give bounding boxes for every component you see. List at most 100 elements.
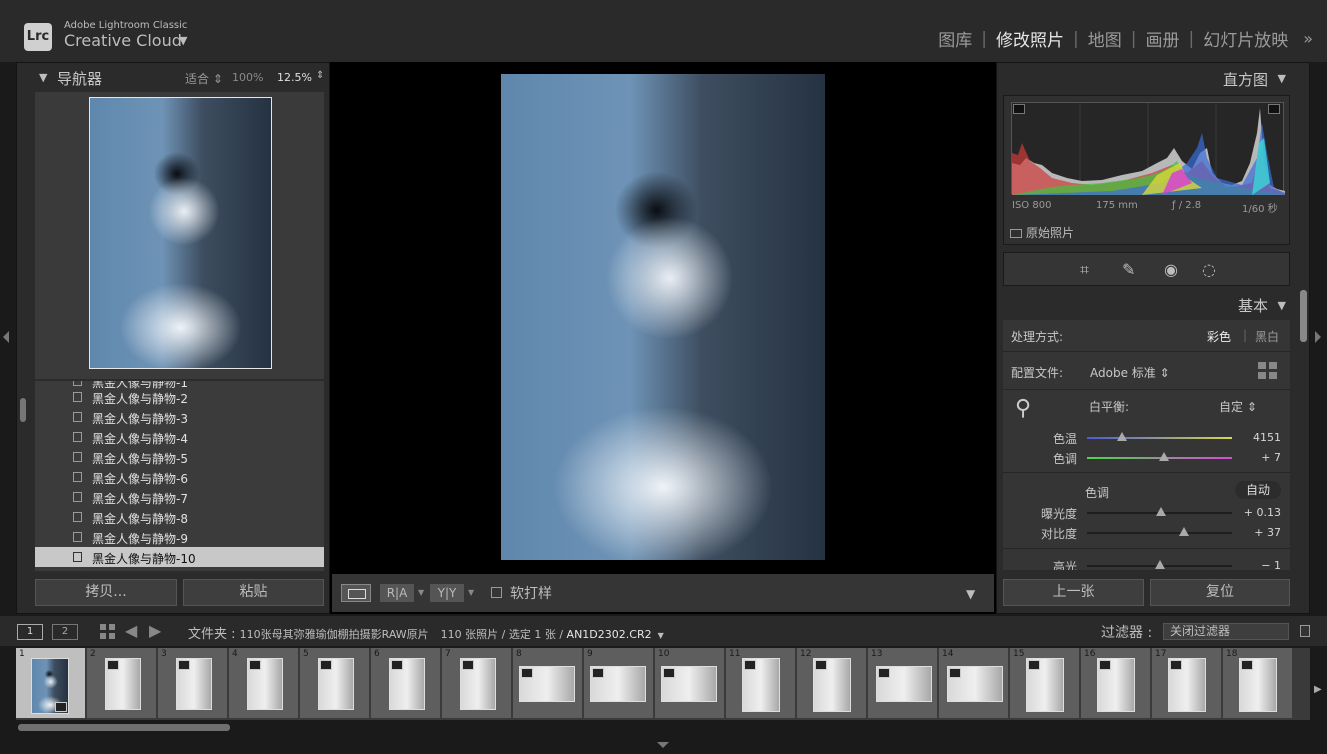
highlights-value[interactable]: − 1 [1231, 559, 1281, 570]
zoom-stepper-icon[interactable]: ⇕ [316, 70, 324, 81]
left-panel-scrollbar[interactable] [20, 398, 26, 422]
filmstrip-cell[interactable]: 5 [300, 648, 370, 718]
filmstrip-cell[interactable]: 9 [584, 648, 654, 718]
copy-button[interactable]: 拷贝... [35, 579, 177, 606]
filmstrip-cell[interactable]: 14 [939, 648, 1009, 718]
temp-slider-knob[interactable] [1116, 432, 1127, 441]
contrast-slider-knob[interactable] [1179, 527, 1190, 536]
shadow-clipping-icon[interactable] [1013, 104, 1025, 114]
grid-icon[interactable] [100, 624, 115, 639]
right-panel-toggle-icon[interactable] [1315, 331, 1327, 343]
list-item[interactable]: 黑金人像与静物-5 [35, 447, 324, 467]
list-item[interactable]: 黑金人像与静物-6 [35, 467, 324, 487]
collapse-triangle-icon[interactable]: ▼ [1278, 72, 1286, 85]
temp-slider[interactable] [1087, 432, 1232, 441]
filmstrip-next-icon[interactable]: ▶ [1314, 684, 1322, 695]
filter-select[interactable]: 关闭过滤器 [1163, 623, 1289, 640]
filmstrip-cell[interactable]: 16 [1081, 648, 1151, 718]
navigator-header[interactable]: ▼ 导航器 适合 ⇕ 100% 12.5% ⇕ [33, 66, 328, 90]
forward-arrow-icon[interactable]: ▶ [149, 621, 161, 640]
list-item-selected[interactable]: 黑金人像与静物-10 [35, 547, 324, 567]
bottom-panel-toggle-icon[interactable] [657, 742, 669, 754]
zoom-100-option[interactable]: 100% [232, 71, 263, 84]
white-balance-select[interactable]: 自定 ⇕ [1219, 398, 1257, 415]
chevron-down-icon[interactable]: ▼ [658, 631, 664, 640]
original-photo-checkbox[interactable] [1010, 229, 1022, 238]
right-panel-scrollbar[interactable] [1300, 290, 1307, 342]
treatment-color-option[interactable]: 彩色 [1207, 328, 1231, 345]
main-window-button[interactable]: 1 [17, 624, 43, 640]
zoom-custom-option[interactable]: 12.5% [277, 71, 312, 84]
tint-value[interactable]: + 7 [1231, 451, 1281, 464]
tint-slider[interactable] [1087, 452, 1232, 461]
profile-select[interactable]: Adobe 标准 ⇕ [1090, 364, 1170, 381]
soft-proof-checkbox[interactable] [491, 587, 502, 598]
before-after-button[interactable]: R|A [380, 584, 414, 602]
filmstrip-cell[interactable]: 7 [442, 648, 512, 718]
collapse-triangle-icon[interactable]: ▼ [39, 71, 47, 84]
module-slideshow[interactable]: 幻灯片放映 [1194, 26, 1297, 51]
exposure-slider[interactable] [1087, 507, 1232, 516]
list-item[interactable]: 黑金人像与静物-7 [35, 487, 324, 507]
exposure-value[interactable]: + 0.13 [1231, 506, 1281, 519]
reset-button[interactable]: 复位 [1150, 579, 1290, 606]
auto-button[interactable]: 自动 [1235, 481, 1281, 499]
second-window-button[interactable]: 2 [52, 624, 78, 640]
filmstrip-cell[interactable]: 8 [513, 648, 583, 718]
navigator-thumbnail[interactable] [89, 97, 272, 369]
temp-value[interactable]: 4151 [1231, 431, 1281, 444]
tint-slider-knob[interactable] [1158, 452, 1169, 461]
list-item[interactable]: 黑金人像与静物-2 [35, 387, 324, 407]
previous-button[interactable]: 上一张 [1003, 579, 1144, 606]
red-eye-icon[interactable]: ◉ [1164, 260, 1178, 279]
filmstrip-cell[interactable]: 10 [655, 648, 725, 718]
loupe-view-button[interactable] [341, 584, 371, 602]
more-modules-icon[interactable]: » [1297, 29, 1313, 48]
filmstrip-cell[interactable]: 15 [1010, 648, 1080, 718]
app-name-big[interactable]: Creative Cloud [64, 31, 182, 50]
filmstrip-cell[interactable]: 4 [229, 648, 299, 718]
left-panel-toggle-icon[interactable] [0, 331, 9, 343]
module-map[interactable]: 地图 [1079, 26, 1131, 51]
list-item[interactable]: 黑金人像与静物-8 [35, 507, 324, 527]
list-item[interactable]: 黑金人像与静物-4 [35, 427, 324, 447]
filmstrip-cell[interactable]: 12 [797, 648, 867, 718]
highlight-clipping-icon[interactable] [1268, 104, 1280, 114]
treatment-bw-option[interactable]: 黑白 [1255, 328, 1279, 345]
filmstrip-cell[interactable]: 6 [371, 648, 441, 718]
contrast-slider[interactable] [1087, 527, 1232, 536]
module-library[interactable]: 图库 [929, 26, 981, 51]
filmstrip-cell[interactable]: 18 [1223, 648, 1293, 718]
spot-heal-icon[interactable]: ✎ [1122, 260, 1135, 279]
module-develop[interactable]: 修改照片 [987, 26, 1073, 51]
lock-icon[interactable] [1300, 625, 1310, 637]
original-photo-toggle[interactable]: 原始照片 [1010, 224, 1074, 241]
chevron-down-icon[interactable]: ▼ [179, 34, 187, 47]
main-photo[interactable] [501, 74, 825, 560]
collapse-triangle-icon[interactable]: ▼ [1278, 299, 1286, 312]
masking-icon[interactable]: ◌ [1202, 260, 1216, 279]
highlights-slider[interactable] [1087, 560, 1232, 569]
crop-icon[interactable]: ⌗ [1080, 260, 1089, 280]
filmstrip-cell[interactable]: 3 [158, 648, 228, 718]
chevron-down-icon[interactable]: ▼ [468, 588, 474, 597]
filmstrip-cell[interactable]: 1 [16, 648, 86, 718]
chevron-down-icon[interactable]: ▼ [418, 588, 424, 597]
contrast-value[interactable]: + 37 [1231, 526, 1281, 539]
profile-browser-icon[interactable] [1258, 362, 1278, 380]
filmstrip-cell[interactable]: 2 [87, 648, 157, 718]
before-after-swap-button[interactable]: Y|Y [430, 584, 464, 602]
filmstrip-cell[interactable]: 13 [868, 648, 938, 718]
eyedropper-icon[interactable]: ⚲ [1015, 396, 1031, 421]
filmstrip-scrollbar[interactable] [18, 724, 230, 731]
toolbar-menu-icon[interactable]: ▼ [966, 587, 975, 601]
exposure-slider-knob[interactable] [1155, 507, 1166, 516]
module-book[interactable]: 画册 [1136, 26, 1188, 51]
highlights-slider-knob[interactable] [1154, 560, 1165, 569]
list-item[interactable]: 黑金人像与静物-9 [35, 527, 324, 547]
basic-header[interactable]: 基本 ▼ [1003, 293, 1290, 319]
zoom-fit-option[interactable]: 适合 ⇕ [185, 70, 223, 87]
source-info[interactable]: 文件夹 : 110张母其弥雅瑜伽棚拍摄影RAW原片 110 张照片 / 选定 1 … [188, 623, 664, 642]
list-item[interactable]: 黑金人像与静物-3 [35, 407, 324, 427]
histogram-graph[interactable] [1011, 102, 1285, 195]
